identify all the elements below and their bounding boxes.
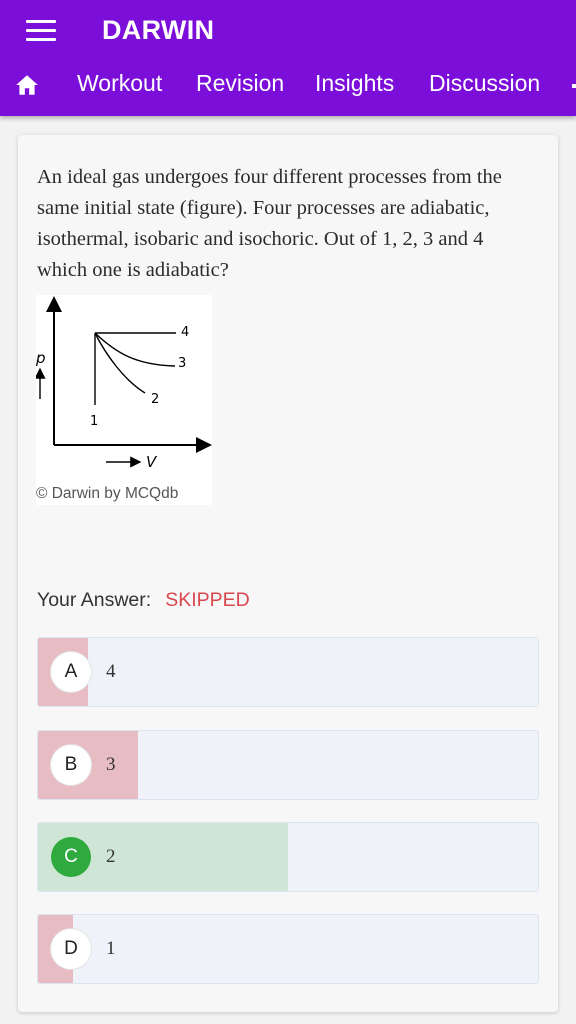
- question-figure: p V 1 2 3 4 © Darwin by MCQdb: [36, 295, 212, 505]
- tab-insights[interactable]: Insights: [315, 70, 394, 97]
- your-answer-row: Your Answer: SKIPPED: [37, 589, 250, 612]
- curve-label-1: 1: [90, 414, 98, 429]
- curve-2: [94, 332, 146, 394]
- option-d-letter: D: [51, 929, 91, 969]
- nav-tabs: Workout Revision Insights Discussion: [0, 64, 576, 110]
- answer-status: SKIPPED: [165, 589, 250, 611]
- question-text: An ideal gas undergoes four different pr…: [37, 166, 502, 281]
- pv-diagram: p V 1 2 3 4: [36, 296, 212, 471]
- option-a-letter: A: [51, 652, 91, 692]
- tab-workout[interactable]: Workout: [77, 70, 162, 97]
- option-b-letter: B: [51, 745, 91, 785]
- home-icon[interactable]: [14, 72, 40, 98]
- option-a-text: 4: [106, 661, 116, 682]
- app-bar: DARWIN Workout Revision Insights Discuss…: [0, 0, 576, 116]
- p-axis-label: p: [36, 349, 46, 367]
- option-b-text: 3: [106, 754, 116, 775]
- tab-revision[interactable]: Revision: [196, 70, 284, 97]
- option-d[interactable]: D 1: [37, 914, 539, 984]
- figure-caption: © Darwin by MCQdb: [36, 485, 179, 502]
- curve-3: [94, 332, 176, 367]
- menu-icon[interactable]: [26, 20, 60, 46]
- more-tabs-indicator[interactable]: [572, 84, 576, 88]
- tab-discussion[interactable]: Discussion: [429, 70, 540, 97]
- curve-label-2: 2: [151, 392, 159, 407]
- your-answer-label: Your Answer:: [37, 589, 152, 611]
- curve-label-3: 3: [178, 356, 186, 371]
- option-c[interactable]: C 2: [37, 822, 539, 892]
- option-c-text: 2: [106, 846, 116, 867]
- option-a[interactable]: A 4: [37, 637, 539, 707]
- curve-label-4: 4: [181, 325, 189, 340]
- option-b[interactable]: B 3: [37, 730, 539, 800]
- option-d-text: 1: [106, 938, 116, 959]
- question-card: An ideal gas undergoes four different pr…: [18, 135, 558, 1012]
- option-c-letter: C: [51, 837, 91, 877]
- v-axis-label: V: [146, 453, 158, 471]
- app-title: DARWIN: [102, 15, 215, 45]
